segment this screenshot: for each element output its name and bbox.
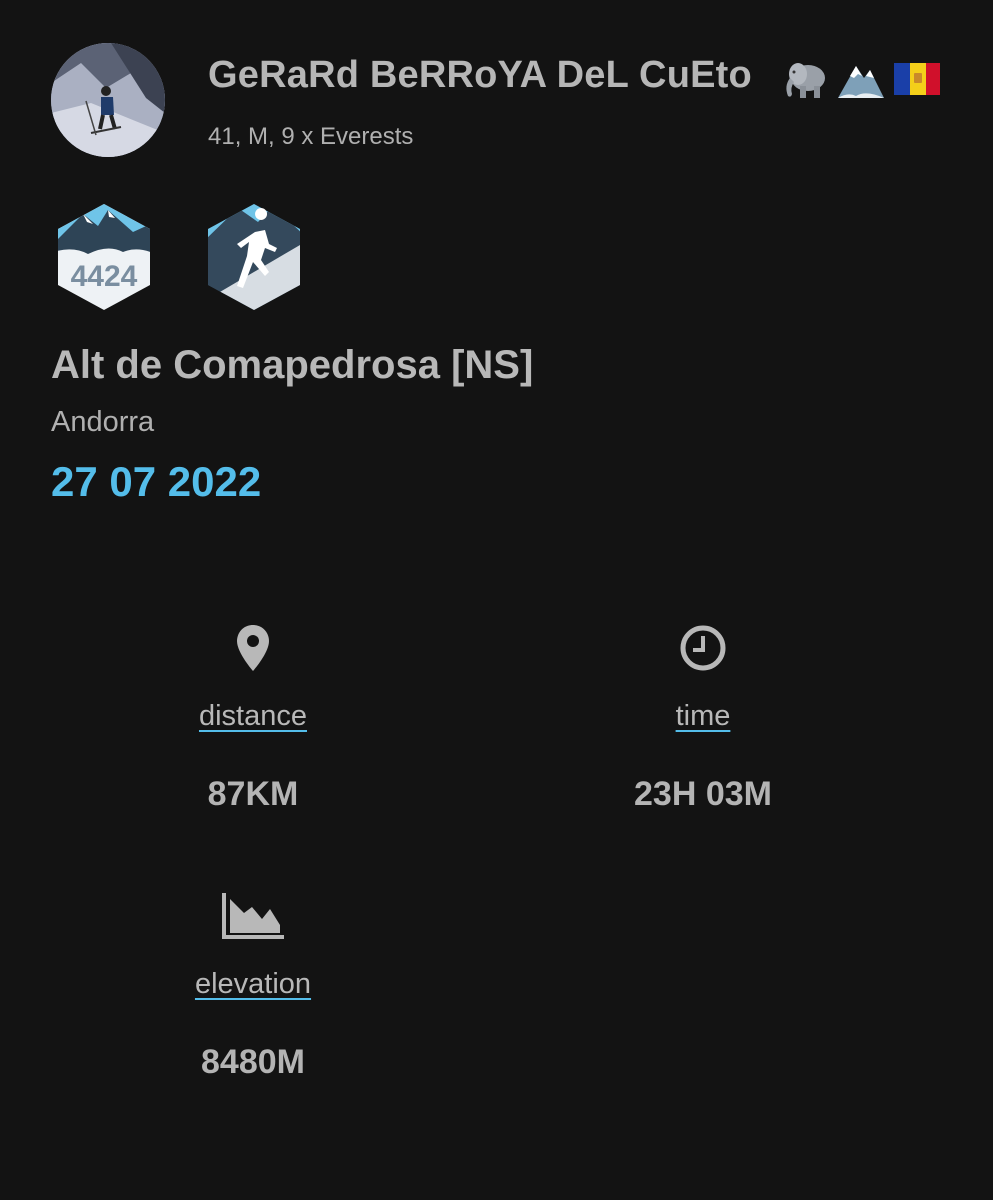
avatar[interactable] [51,43,165,157]
location-pin-icon [103,622,403,674]
distance-label[interactable]: distance [199,700,307,733]
elevation-value: 8480M [201,1043,305,1081]
snow-mountain-icon [838,66,884,98]
area-chart-icon [103,890,403,942]
time-value: 23H 03M [634,775,772,813]
time-label[interactable]: time [676,700,731,733]
user-meta: 41, M, 9 x Everests [208,123,414,150]
activity-page: GeRaRd BeRRoYA DeL CuEto 41, M, 9 x Ever… [0,0,993,1200]
andorra-flag-icon [894,63,940,95]
runner-mountain-badge-icon[interactable] [203,202,305,312]
user-name[interactable]: GeRaRd BeRRoYA DeL CuEto [208,54,752,97]
elephant-icon [786,63,825,98]
activity-date: 27 07 2022 [51,458,262,505]
clock-icon [553,622,853,674]
badge-4424-text: 4424 [71,260,138,293]
mountain-4424-badge-icon[interactable]: 4424 [53,202,155,312]
stat-elevation: elevation 8480M [103,890,403,1082]
stat-distance: distance 87KM [103,622,403,814]
elevation-label[interactable]: elevation [195,968,311,1001]
peak-name[interactable]: Alt de Comapedrosa [NS] [51,343,533,388]
distance-value: 87KM [207,775,299,813]
peak-country: Andorra [51,406,155,438]
name-emojis [782,56,942,102]
skier-photo [51,43,165,157]
stat-time: time 23H 03M [553,622,853,814]
